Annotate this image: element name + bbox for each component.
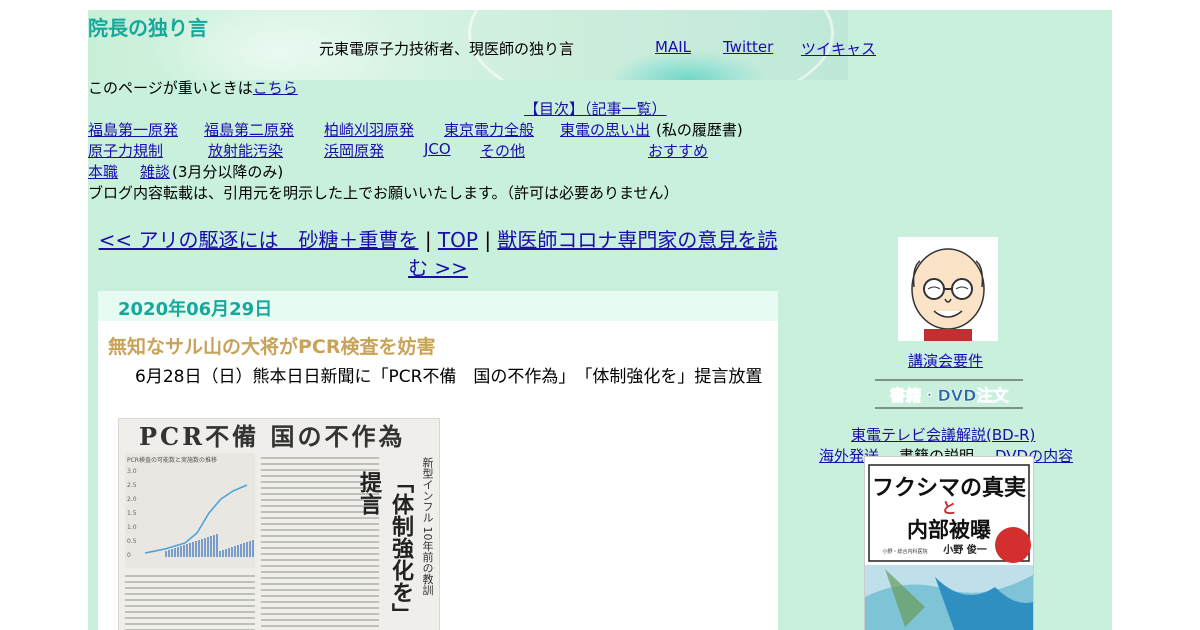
clipping-chart-bar	[180, 546, 182, 557]
book-badge	[995, 527, 1031, 563]
clipping-chart-bar	[174, 548, 176, 557]
author-caricature-icon	[911, 248, 985, 341]
nav-nuclear-regulation[interactable]: 原子力規制	[88, 140, 163, 161]
book-title-line2: と	[941, 499, 956, 517]
clipping-side-text: 新型インフル 10年前の教訓	[421, 457, 434, 596]
clipping-chart: PCR検査の可能数と実施数の推移 3.0 2.5 2.0 1.5 1.0 0.5 0	[125, 453, 255, 568]
nav-fukushima-2[interactable]: 福島第二原発	[204, 119, 294, 140]
clipping-chart-bar	[213, 535, 215, 557]
post-body: 6月28日（日）熊本日日新聞に「PCR不備 国の不作為」 「体制強化を」提言放置	[135, 367, 763, 387]
book-cover-image[interactable]: フクシマの真実 と 内部被曝 小野 俊一 小野・総合内科医院	[864, 456, 1034, 630]
clipping-chart-bar	[165, 551, 167, 557]
site-title: 院長の独り言	[88, 16, 208, 40]
clipping-chart-bar	[240, 544, 242, 557]
book-title-line3: 内部被曝	[907, 517, 991, 542]
clipping-chart-tick: 0	[127, 552, 131, 559]
clipping-chart-bar	[219, 551, 221, 557]
prev-post-link[interactable]: << アリの駆逐には 砂糖＋重曹を	[99, 228, 419, 252]
clipping-chart-bar	[237, 545, 239, 557]
post-title: 無知なサル山の大将がPCR検査を妨害	[108, 336, 436, 358]
clipping-chart-bar	[195, 541, 197, 557]
book-cover-graphic: フクシマの真実 と 内部被曝 小野 俊一 小野・総合内科医院	[865, 464, 1033, 630]
clipping-chart-bar	[177, 547, 179, 557]
clipping-body-text	[125, 575, 255, 630]
clipping-chart-tick: 2.5	[127, 482, 137, 489]
lecture-link[interactable]: 講演会要件	[908, 350, 983, 371]
clipping-chart-bar	[222, 550, 224, 557]
post-date: 2020年06月29日	[118, 299, 273, 320]
book-subtitle: 小野・総合内科医院	[882, 548, 927, 555]
light-page-notice: このページが重いときはこちら	[88, 77, 298, 98]
author-avatar[interactable]	[898, 237, 998, 341]
book-dvd-order-badge[interactable]: 書籍・DVD注文	[875, 377, 1023, 411]
pager-separator: |	[484, 228, 492, 252]
clipping-chart-caption: PCR検査の可能数と実施数の推移	[127, 456, 217, 464]
site-tagline: 元東電原子力技術者、現医師の独り言	[319, 40, 575, 58]
nav-memories-suffix: (私の履歴書)	[656, 121, 743, 139]
nav-tepco-memories[interactable]: 東電の思い出	[560, 119, 650, 140]
blog-post: 2020年06月29日 無知なサル山の大将がPCR検査を妨害 6月28日（日）熊…	[98, 291, 778, 630]
order-badge-text: 書籍・DVD注文	[890, 386, 1010, 405]
clipping-chart-bar	[234, 546, 236, 557]
clipping-headline: PCR不備 国の不作為	[139, 422, 406, 451]
clipping-chart-bar	[246, 542, 248, 557]
mail-link[interactable]: MAIL	[655, 38, 691, 56]
nav-fukushima-1[interactable]: 福島第一原発	[88, 119, 178, 140]
clipping-chart-bar	[231, 547, 233, 557]
nav-chat-suffix: (3月分以降のみ)	[172, 163, 284, 181]
light-page-notice-text: このページが重いときは	[88, 79, 253, 97]
top-link[interactable]: TOP	[438, 228, 478, 252]
clipping-chart-bar	[204, 538, 206, 557]
clipping-chart-bar	[210, 536, 212, 557]
tv-conference-link[interactable]: 東電テレビ会議解説(BD-R)	[851, 424, 1035, 445]
newspaper-clipping-image[interactable]: PCR不備 国の不作為 PCR検査の可能数と実施数の推移 3.0 2.5 2.0 1.…	[118, 418, 440, 630]
nav-jco[interactable]: JCO	[424, 140, 451, 158]
toc-link[interactable]: 【目次】（記事一覧）	[524, 98, 667, 119]
nav-hamaoka[interactable]: 浜岡原発	[324, 140, 384, 161]
book-title-line1: フクシマの真実	[872, 475, 1026, 501]
clipping-chart-tick: 1.5	[127, 510, 137, 517]
nav-main-job[interactable]: 本職	[88, 161, 118, 182]
twitter-link[interactable]: Twitter	[723, 38, 773, 56]
clipping-chart-bar	[243, 543, 245, 557]
nav-kashiwazaki[interactable]: 柏崎刈羽原発	[324, 119, 414, 140]
clipping-chart-bar	[183, 545, 185, 557]
clipping-chart-bar	[225, 549, 227, 557]
clipping-chart-bar	[201, 539, 203, 557]
clipping-chart-bar	[189, 543, 191, 557]
clipping-chart-bar	[198, 540, 200, 557]
clipping-chart-bar	[207, 537, 209, 557]
clipping-chart-tick: 2.0	[127, 496, 137, 503]
clipping-chart-bar	[252, 540, 254, 557]
post-pager: << アリの駆逐には 砂糖＋重曹を | TOP | 獣医師コロナ専門家の意見を読…	[98, 226, 778, 282]
clipping-chart-bar	[186, 544, 188, 557]
order-badge-graphic: 書籍・DVD注文	[875, 379, 1023, 409]
clipping-chart-bar	[171, 549, 173, 557]
clipping-chart-bar	[168, 550, 170, 557]
clipping-chart-tick: 0.5	[127, 538, 137, 545]
nav-recommended[interactable]: おすすめ	[648, 140, 708, 161]
light-page-link[interactable]: こちら	[253, 79, 298, 97]
nav-chat[interactable]: 雑談	[140, 161, 170, 182]
reprint-notice: ブログ内容転載は、引用元を明示した上でお願いいたします。（許可は必要ありません）	[88, 184, 679, 202]
clipping-chart-bar	[228, 548, 230, 557]
pager-separator: |	[424, 228, 432, 252]
twitcast-link[interactable]: ツイキャス	[801, 38, 876, 59]
clipping-chart-bar	[216, 534, 218, 557]
clipping-chart-tick: 3.0	[127, 468, 137, 475]
clipping-big-text: 「体制強化を」提言	[356, 471, 414, 625]
nav-other[interactable]: その他	[480, 140, 525, 161]
clipping-chart-bar	[192, 542, 194, 557]
clipping-chart-bar	[249, 541, 251, 557]
book-author: 小野 俊一	[942, 543, 986, 556]
page-container: 院長の独り言 元東電原子力技術者、現医師の独り言 MAIL Twitter ツイ…	[88, 10, 1112, 630]
nav-tepco-general[interactable]: 東京電力全般	[444, 119, 534, 140]
clipping-chart-tick: 1.0	[127, 524, 137, 531]
nav-radioactive-contamination[interactable]: 放射能汚染	[208, 140, 283, 161]
